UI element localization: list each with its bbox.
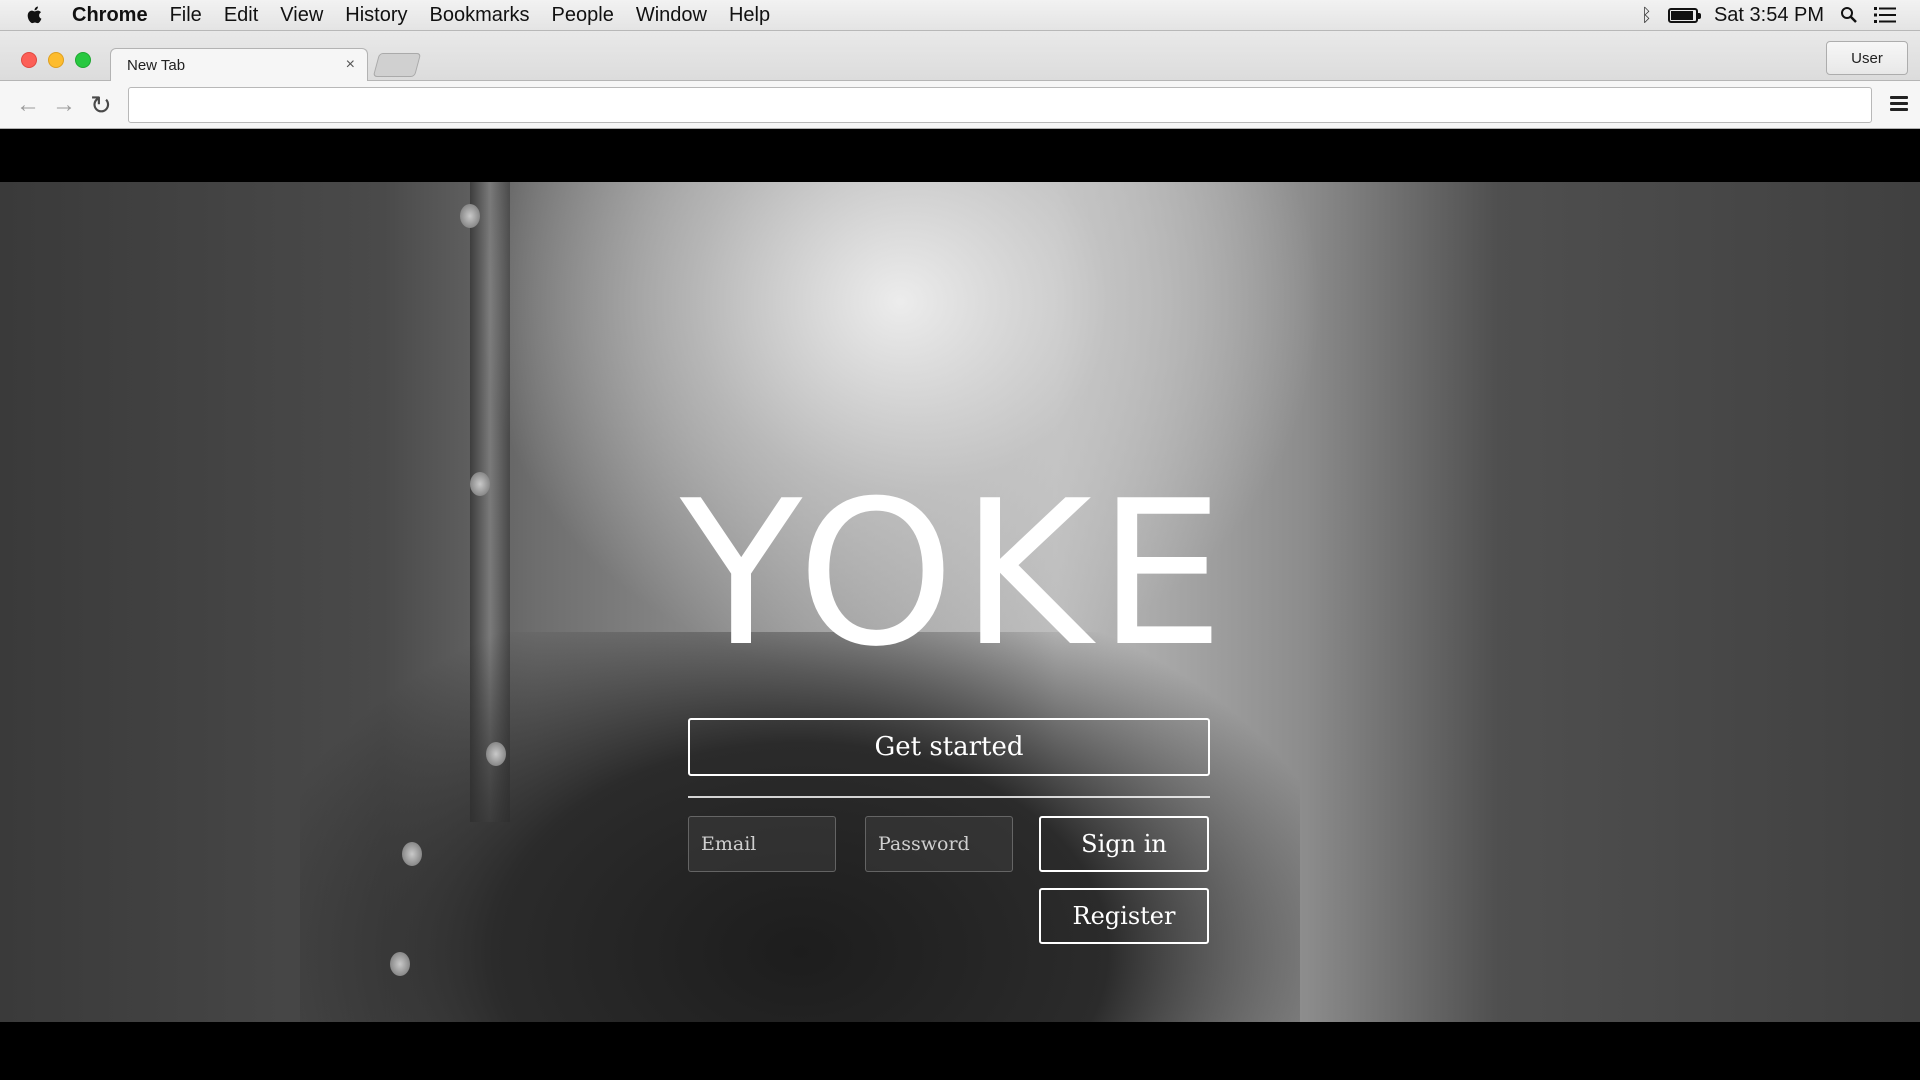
menu-app-chrome[interactable]: Chrome bbox=[72, 4, 148, 27]
menubar-clock[interactable]: Sat 3:54 PM bbox=[1714, 4, 1824, 27]
sign-in-button[interactable]: Sign in bbox=[1039, 816, 1209, 872]
form-divider bbox=[688, 796, 1210, 798]
forward-arrow-icon[interactable]: → bbox=[52, 93, 76, 117]
menu-bookmarks[interactable]: Bookmarks bbox=[430, 4, 530, 27]
shirt-button bbox=[486, 742, 506, 766]
new-tab-button[interactable] bbox=[372, 53, 422, 77]
get-started-button[interactable]: Get started bbox=[688, 718, 1210, 776]
shirt-button bbox=[402, 842, 422, 866]
bluetooth-icon[interactable]: ᛒ bbox=[1641, 5, 1652, 26]
register-button[interactable]: Register bbox=[1039, 888, 1209, 944]
page-viewport: YOKE Get started Sign in Register bbox=[0, 130, 1920, 1080]
tab-strip: New Tab × User bbox=[0, 31, 1920, 82]
email-field[interactable] bbox=[688, 816, 836, 872]
shirt-button bbox=[390, 952, 410, 976]
menu-window[interactable]: Window bbox=[636, 4, 707, 27]
menu-view[interactable]: View bbox=[280, 4, 323, 27]
password-field[interactable] bbox=[865, 816, 1013, 872]
apple-icon[interactable] bbox=[24, 4, 46, 26]
shirt-button bbox=[470, 472, 490, 496]
tab-title: New Tab bbox=[127, 57, 186, 74]
menu-people[interactable]: People bbox=[552, 4, 614, 27]
battery-icon[interactable] bbox=[1667, 7, 1701, 23]
address-bar[interactable] bbox=[128, 87, 1872, 123]
search-icon[interactable] bbox=[1840, 6, 1858, 24]
list-icon[interactable] bbox=[1874, 6, 1896, 24]
yoke-logo: YOKE bbox=[680, 458, 1231, 691]
menu-file[interactable]: File bbox=[170, 4, 202, 27]
tab-new-tab[interactable]: New Tab × bbox=[110, 48, 368, 82]
back-arrow-icon[interactable]: ← bbox=[16, 93, 40, 117]
menu-bar: Chrome File Edit View History Bookmarks … bbox=[0, 0, 1920, 31]
menu-history[interactable]: History bbox=[345, 4, 407, 27]
minimize-window-button[interactable] bbox=[48, 52, 64, 68]
reload-icon[interactable]: ↻ bbox=[90, 92, 112, 118]
tab-close-icon[interactable]: × bbox=[346, 56, 355, 74]
menu-help[interactable]: Help bbox=[729, 4, 770, 27]
shirt-button bbox=[460, 204, 480, 228]
browser-toolbar: ← → ↻ bbox=[0, 81, 1920, 129]
zoom-window-button[interactable] bbox=[75, 52, 91, 68]
close-window-button[interactable] bbox=[21, 52, 37, 68]
menu-edit[interactable]: Edit bbox=[224, 4, 258, 27]
hamburger-icon[interactable] bbox=[1890, 96, 1908, 114]
user-profile-button[interactable]: User bbox=[1826, 41, 1908, 75]
